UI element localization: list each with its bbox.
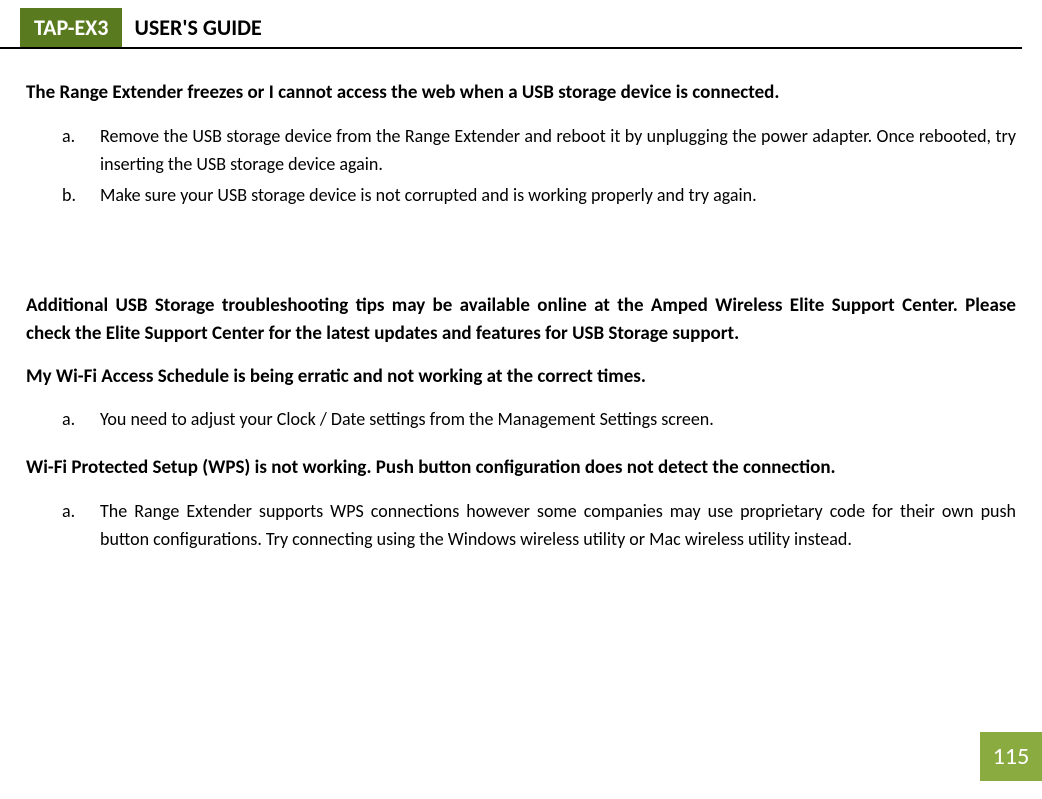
spacer <box>26 230 1016 292</box>
list-text: Remove the USB storage device from the R… <box>100 122 1016 180</box>
section-heading: The Range Extender freezes or I cannot a… <box>26 79 1016 108</box>
page-content: The Range Extender freezes or I cannot a… <box>0 49 1042 554</box>
list-text: You need to adjust your Clock / Date set… <box>100 405 1016 434</box>
list-item: a. The Range Extender supports WPS conne… <box>62 497 1016 555</box>
list-text: The Range Extender supports WPS connecti… <box>100 497 1016 555</box>
section-heading: Additional USB Storage troubleshooting t… <box>26 292 1016 349</box>
page-number: 115 <box>980 732 1042 781</box>
list-item: a. Remove the USB storage device from th… <box>62 122 1016 180</box>
list-marker: a. <box>62 405 100 434</box>
list-marker: a. <box>62 122 100 180</box>
list-item: a. You need to adjust your Clock / Date … <box>62 405 1016 434</box>
list-marker: a. <box>62 497 100 555</box>
section-heading: My Wi-Fi Access Schedule is being errati… <box>26 363 1016 392</box>
page-title: USER'S GUIDE <box>122 8 261 47</box>
page-header: TAP-EX3 USER'S GUIDE <box>0 8 1022 49</box>
troubleshooting-list: a. The Range Extender supports WPS conne… <box>62 497 1016 555</box>
troubleshooting-list: a. Remove the USB storage device from th… <box>62 122 1016 210</box>
troubleshooting-list: a. You need to adjust your Clock / Date … <box>62 405 1016 434</box>
list-marker: b. <box>62 181 100 210</box>
list-item: b. Make sure your USB storage device is … <box>62 181 1016 210</box>
product-badge: TAP-EX3 <box>20 8 122 47</box>
section-heading: Wi-Fi Protected Setup (WPS) is not worki… <box>26 454 1016 483</box>
list-text: Make sure your USB storage device is not… <box>100 181 1016 210</box>
